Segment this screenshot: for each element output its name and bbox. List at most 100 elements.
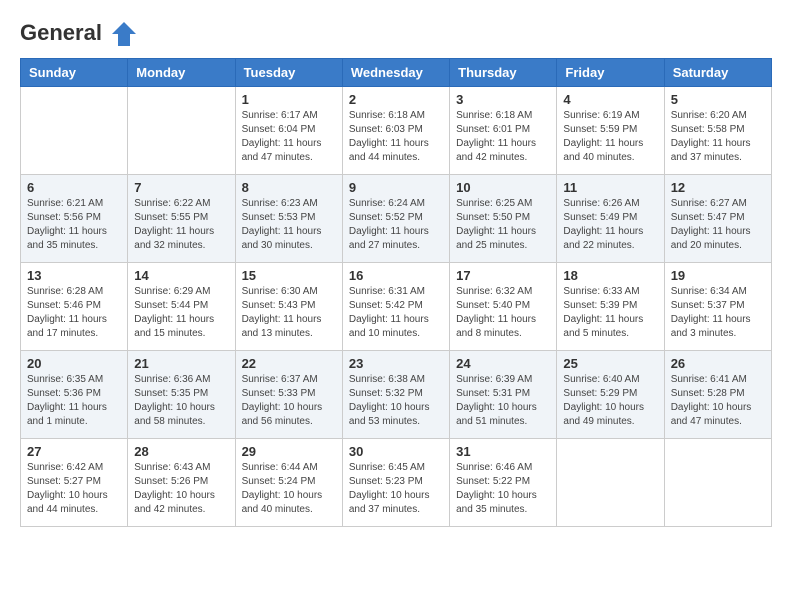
day-info: Sunrise: 6:45 AM Sunset: 5:23 PM Dayligh…: [349, 461, 443, 517]
calendar-cell: [21, 87, 128, 175]
day-number: 7: [134, 180, 228, 195]
calendar-week-2: 6 Sunrise: 6:21 AM Sunset: 5:56 PM Daylig…: [21, 175, 772, 263]
day-info: Sunrise: 6:37 AM Sunset: 5:33 PM Dayligh…: [242, 373, 336, 429]
day-number: 11: [563, 180, 657, 195]
day-info: Sunrise: 6:18 AM Sunset: 6:03 PM Dayligh…: [349, 109, 443, 165]
calendar-cell: 17 Sunrise: 6:32 AM Sunset: 5:40 PM Dayli…: [450, 263, 557, 351]
calendar-week-5: 27 Sunrise: 6:42 AM Sunset: 5:27 PM Dayli…: [21, 439, 772, 527]
day-number: 3: [456, 92, 550, 107]
day-info: Sunrise: 6:40 AM Sunset: 5:29 PM Dayligh…: [563, 373, 657, 429]
day-info: Sunrise: 6:29 AM Sunset: 5:44 PM Dayligh…: [134, 285, 228, 341]
day-number: 27: [27, 444, 121, 459]
day-info: Sunrise: 6:20 AM Sunset: 5:58 PM Dayligh…: [671, 109, 765, 165]
day-info: Sunrise: 6:34 AM Sunset: 5:37 PM Dayligh…: [671, 285, 765, 341]
day-number: 25: [563, 356, 657, 371]
day-number: 5: [671, 92, 765, 107]
day-number: 10: [456, 180, 550, 195]
day-number: 13: [27, 268, 121, 283]
day-number: 17: [456, 268, 550, 283]
day-info: Sunrise: 6:25 AM Sunset: 5:50 PM Dayligh…: [456, 197, 550, 253]
calendar-cell: 4Sunrise: 6:19 AM Sunset: 5:59 PM Daylig…: [557, 87, 664, 175]
day-number: 14: [134, 268, 228, 283]
day-number: 12: [671, 180, 765, 195]
day-info: Sunrise: 6:18 AM Sunset: 6:01 PM Dayligh…: [456, 109, 550, 165]
day-number: 2: [349, 92, 443, 107]
calendar-cell: 30 Sunrise: 6:45 AM Sunset: 5:23 PM Dayli…: [342, 439, 449, 527]
day-number: 29: [242, 444, 336, 459]
calendar-cell: 24 Sunrise: 6:39 AM Sunset: 5:31 PM Dayli…: [450, 351, 557, 439]
calendar-cell: 5 Sunrise: 6:20 AM Sunset: 5:58 PM Daylig…: [664, 87, 771, 175]
day-info: Sunrise: 6:23 AM Sunset: 5:53 PM Dayligh…: [242, 197, 336, 253]
weekday-header-tuesday: Tuesday: [235, 59, 342, 87]
day-number: 16: [349, 268, 443, 283]
day-number: 20: [27, 356, 121, 371]
day-info: Sunrise: 6:39 AM Sunset: 5:31 PM Dayligh…: [456, 373, 550, 429]
calendar-cell: [128, 87, 235, 175]
day-number: 31: [456, 444, 550, 459]
calendar-cell: 19 Sunrise: 6:34 AM Sunset: 5:37 PM Dayli…: [664, 263, 771, 351]
calendar-cell: 14 Sunrise: 6:29 AM Sunset: 5:44 PM Dayli…: [128, 263, 235, 351]
day-number: 22: [242, 356, 336, 371]
weekday-header-sunday: Sunday: [21, 59, 128, 87]
calendar-cell: 11 Sunrise: 6:26 AM Sunset: 5:49 PM Dayli…: [557, 175, 664, 263]
logo: General: [20, 20, 140, 48]
calendar-week-3: 13 Sunrise: 6:28 AM Sunset: 5:46 PM Dayli…: [21, 263, 772, 351]
calendar-cell: 23Sunrise: 6:38 AM Sunset: 5:32 PM Dayli…: [342, 351, 449, 439]
calendar-cell: 31Sunrise: 6:46 AM Sunset: 5:22 PM Dayli…: [450, 439, 557, 527]
page-header: General: [20, 20, 772, 48]
calendar-cell: 10 Sunrise: 6:25 AM Sunset: 5:50 PM Dayli…: [450, 175, 557, 263]
weekday-header-friday: Friday: [557, 59, 664, 87]
day-number: 24: [456, 356, 550, 371]
calendar-table: SundayMondayTuesdayWednesdayThursdayFrid…: [20, 58, 772, 527]
calendar-cell: 20 Sunrise: 6:35 AM Sunset: 5:36 PM Dayli…: [21, 351, 128, 439]
calendar-week-4: 20 Sunrise: 6:35 AM Sunset: 5:36 PM Dayli…: [21, 351, 772, 439]
calendar-cell: [557, 439, 664, 527]
calendar-cell: 29 Sunrise: 6:44 AM Sunset: 5:24 PM Dayli…: [235, 439, 342, 527]
weekday-header-wednesday: Wednesday: [342, 59, 449, 87]
day-info: Sunrise: 6:24 AM Sunset: 5:52 PM Dayligh…: [349, 197, 443, 253]
calendar-cell: 13 Sunrise: 6:28 AM Sunset: 5:46 PM Dayli…: [21, 263, 128, 351]
day-info: Sunrise: 6:43 AM Sunset: 5:26 PM Dayligh…: [134, 461, 228, 517]
calendar-cell: 2 Sunrise: 6:18 AM Sunset: 6:03 PM Daylig…: [342, 87, 449, 175]
weekday-header-monday: Monday: [128, 59, 235, 87]
day-info: Sunrise: 6:42 AM Sunset: 5:27 PM Dayligh…: [27, 461, 121, 517]
calendar-cell: 28 Sunrise: 6:43 AM Sunset: 5:26 PM Dayli…: [128, 439, 235, 527]
day-info: Sunrise: 6:26 AM Sunset: 5:49 PM Dayligh…: [563, 197, 657, 253]
calendar-cell: 15Sunrise: 6:30 AM Sunset: 5:43 PM Dayli…: [235, 263, 342, 351]
calendar-cell: 12 Sunrise: 6:27 AM Sunset: 5:47 PM Dayli…: [664, 175, 771, 263]
day-info: Sunrise: 6:28 AM Sunset: 5:46 PM Dayligh…: [27, 285, 121, 341]
day-info: Sunrise: 6:27 AM Sunset: 5:47 PM Dayligh…: [671, 197, 765, 253]
day-info: Sunrise: 6:33 AM Sunset: 5:39 PM Dayligh…: [563, 285, 657, 341]
day-number: 28: [134, 444, 228, 459]
day-info: Sunrise: 6:44 AM Sunset: 5:24 PM Dayligh…: [242, 461, 336, 517]
day-info: Sunrise: 6:19 AM Sunset: 5:59 PM Dayligh…: [563, 109, 657, 165]
calendar-cell: 9 Sunrise: 6:24 AM Sunset: 5:52 PM Daylig…: [342, 175, 449, 263]
day-number: 6: [27, 180, 121, 195]
weekday-header-saturday: Saturday: [664, 59, 771, 87]
day-number: 19: [671, 268, 765, 283]
calendar-cell: 8 Sunrise: 6:23 AM Sunset: 5:53 PM Daylig…: [235, 175, 342, 263]
day-info: Sunrise: 6:36 AM Sunset: 5:35 PM Dayligh…: [134, 373, 228, 429]
day-info: Sunrise: 6:35 AM Sunset: 5:36 PM Dayligh…: [27, 373, 121, 429]
calendar-cell: [664, 439, 771, 527]
calendar-week-1: 1Sunrise: 6:17 AM Sunset: 6:04 PM Daylig…: [21, 87, 772, 175]
calendar-cell: 26Sunrise: 6:41 AM Sunset: 5:28 PM Dayli…: [664, 351, 771, 439]
day-number: 30: [349, 444, 443, 459]
day-info: Sunrise: 6:38 AM Sunset: 5:32 PM Dayligh…: [349, 373, 443, 429]
calendar-cell: 22 Sunrise: 6:37 AM Sunset: 5:33 PM Dayli…: [235, 351, 342, 439]
day-number: 8: [242, 180, 336, 195]
calendar-cell: 27 Sunrise: 6:42 AM Sunset: 5:27 PM Dayli…: [21, 439, 128, 527]
day-number: 18: [563, 268, 657, 283]
day-info: Sunrise: 6:32 AM Sunset: 5:40 PM Dayligh…: [456, 285, 550, 341]
calendar-cell: 16Sunrise: 6:31 AM Sunset: 5:42 PM Dayli…: [342, 263, 449, 351]
day-number: 26: [671, 356, 765, 371]
calendar-cell: 7 Sunrise: 6:22 AM Sunset: 5:55 PM Daylig…: [128, 175, 235, 263]
logo-line1: General: [20, 20, 102, 45]
calendar-cell: 21Sunrise: 6:36 AM Sunset: 5:35 PM Dayli…: [128, 351, 235, 439]
day-number: 9: [349, 180, 443, 195]
day-info: Sunrise: 6:21 AM Sunset: 5:56 PM Dayligh…: [27, 197, 121, 253]
weekday-header-row: SundayMondayTuesdayWednesdayThursdayFrid…: [21, 59, 772, 87]
calendar-cell: 6 Sunrise: 6:21 AM Sunset: 5:56 PM Daylig…: [21, 175, 128, 263]
day-info: Sunrise: 6:22 AM Sunset: 5:55 PM Dayligh…: [134, 197, 228, 253]
weekday-header-thursday: Thursday: [450, 59, 557, 87]
